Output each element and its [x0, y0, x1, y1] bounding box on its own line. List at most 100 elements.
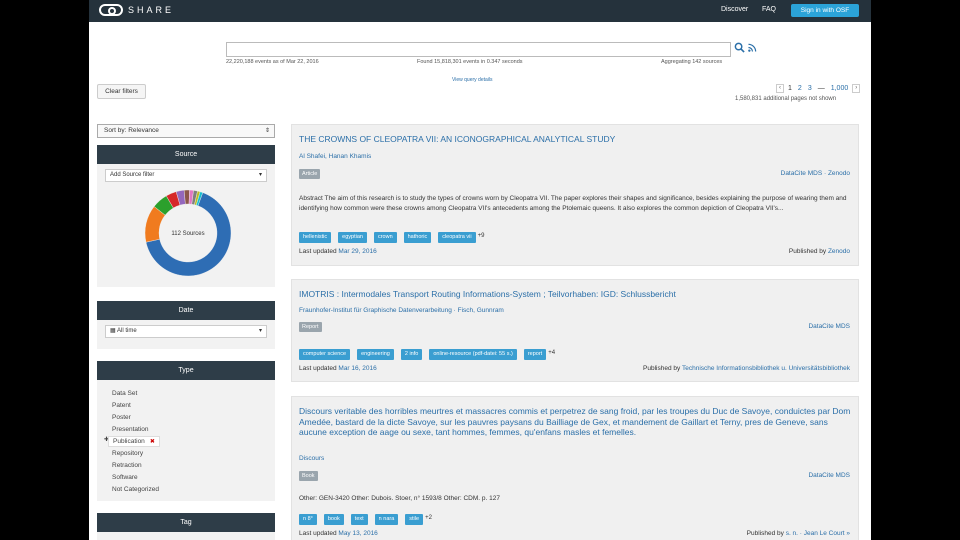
tag-chip[interactable]: n 8°: [299, 514, 317, 525]
result-authors[interactable]: Al Shafei, Hanan Khamis: [299, 153, 371, 160]
clear-filters-button[interactable]: Clear filters: [97, 84, 146, 99]
date-filter-label: All time: [117, 328, 137, 334]
prev-page-button[interactable]: ‹: [776, 84, 784, 93]
tag-chip[interactable]: report: [523, 349, 547, 360]
type-panel-header[interactable]: Type: [97, 361, 275, 380]
share-logo[interactable]: SHARE: [99, 4, 174, 16]
publisher-link[interactable]: s. n. · Jean Le Court »: [786, 530, 850, 537]
tag-chip[interactable]: 2 info: [400, 349, 423, 360]
result-title-link[interactable]: Discours veritable des horribles meurtre…: [299, 406, 855, 438]
tag-chip[interactable]: hellenistic: [299, 232, 332, 243]
view-query-link[interactable]: View query details: [452, 77, 493, 83]
type-item-selected[interactable]: Publication ✖: [108, 436, 160, 447]
search-input[interactable]: [226, 42, 731, 57]
calendar-icon: ▦: [110, 328, 118, 334]
result-type-badge: Article: [299, 169, 321, 179]
result-type-badge: Report: [299, 322, 322, 332]
result-title-link[interactable]: THE CROWNS OF CLEOPATRA VII: AN ICONOGRA…: [299, 134, 615, 145]
updated-date[interactable]: Mar 29, 2016: [338, 248, 376, 255]
results-found-text: Found 15,818,301 events in 0.347 seconds: [417, 59, 523, 65]
tag-chip[interactable]: computer science: [299, 349, 351, 360]
published-label: Published by: [746, 530, 784, 537]
sort-label: Sort by: Relevance: [104, 127, 159, 134]
tag-chip[interactable]: stile: [405, 514, 424, 525]
result-type-badge: Book: [299, 471, 318, 481]
source-filter-label: Add Source filter: [110, 172, 155, 178]
tag-chip[interactable]: egyptian: [338, 232, 367, 243]
tag-chip[interactable]: n nara: [374, 514, 399, 525]
type-item[interactable]: Data Set: [112, 388, 275, 400]
result-updated: Last updated Mar 16, 2016: [299, 365, 377, 372]
tag-panel: Tag: [97, 513, 275, 540]
remove-filter-icon[interactable]: ✖: [150, 439, 155, 445]
rss-icon[interactable]: [748, 43, 757, 52]
source-panel: Source Add Source filter ▾ 112 Sources: [97, 145, 275, 287]
result-authors[interactable]: Discours: [299, 455, 324, 462]
publisher-link[interactable]: Technische Informationsbibliothek u. Uni…: [682, 365, 850, 372]
page-3[interactable]: 3: [806, 85, 814, 92]
page-2[interactable]: 2: [796, 85, 804, 92]
next-page-button[interactable]: ›: [852, 84, 861, 93]
date-panel-header[interactable]: Date: [97, 301, 275, 320]
result-abstract: Abstract The aim of this research is to …: [299, 195, 847, 212]
updated-date[interactable]: Mar 16, 2016: [338, 365, 376, 372]
tag-panel-header[interactable]: Tag: [97, 513, 275, 532]
updated-date[interactable]: May 13, 2016: [338, 530, 377, 537]
tag-chip[interactable]: online-resource (pdf-datei: 55 s.): [429, 349, 517, 360]
type-item[interactable]: Poster: [112, 412, 275, 424]
updated-label: Last updated: [299, 248, 337, 255]
type-item[interactable]: Presentation: [112, 424, 275, 436]
app-frame: SHARE Discover FAQ Sign in with OSF 22,2…: [89, 0, 871, 540]
signin-button[interactable]: Sign in with OSF: [791, 4, 859, 17]
tag-chip[interactable]: hathoric: [403, 232, 432, 243]
source-panel-header[interactable]: Source: [97, 145, 275, 164]
result-source-link[interactable]: DataCite MDS: [808, 323, 850, 330]
type-item[interactable]: Repository: [112, 448, 275, 460]
page-ellipsis: —: [817, 85, 825, 92]
result-other-ids: Other: GEN-3420 Other: Dubois. Stoer, n°…: [299, 495, 500, 502]
publisher-link[interactable]: Zenodo: [828, 248, 850, 255]
type-item[interactable]: Software: [112, 472, 275, 484]
result-title-link[interactable]: IMOTRIS : Intermodales Transport Routing…: [299, 289, 676, 300]
more-tags-count[interactable]: +4: [548, 350, 555, 356]
navbar: SHARE Discover FAQ Sign in with OSF: [89, 0, 871, 22]
donut-center-label: 112 Sources: [171, 231, 204, 237]
result-authors[interactable]: Fraunhofer-Institut für Graphische Daten…: [299, 307, 504, 314]
tag-chip[interactable]: text: [350, 514, 368, 525]
result-tags: n 8° book text n nara stile +2: [299, 514, 432, 525]
result-published: Published by s. n. · Jean Le Court »: [747, 530, 850, 537]
result-published: Published by Technische Informationsbibl…: [643, 365, 850, 372]
source-donut-chart[interactable]: 112 Sources: [144, 189, 232, 277]
type-item[interactable]: Retraction: [112, 460, 275, 472]
nav-faq-link[interactable]: FAQ: [762, 6, 776, 13]
page-last[interactable]: 1,000: [829, 85, 851, 92]
published-label: Published by: [643, 365, 681, 372]
result-updated: Last updated May 13, 2016: [299, 530, 378, 537]
type-item[interactable]: Not Categorized: [112, 484, 275, 496]
date-filter-select[interactable]: ▦ All time ▾: [105, 325, 267, 338]
result-source-link[interactable]: DataCite MDS: [808, 472, 850, 479]
published-label: Published by: [788, 248, 827, 255]
sort-select[interactable]: Sort by: Relevance ⇕: [97, 124, 275, 138]
result-tags: hellenistic egyptian crown hathoric cleo…: [299, 232, 484, 243]
events-count-text: 22,220,188 events as of Mar 22, 2016: [226, 59, 319, 65]
tag-chip[interactable]: crown: [373, 232, 397, 243]
more-tags-count[interactable]: +9: [478, 233, 485, 239]
source-filter-select[interactable]: Add Source filter ▾: [105, 169, 267, 182]
page-1[interactable]: 1: [786, 85, 794, 92]
tag-chip[interactable]: engineering: [357, 349, 394, 360]
result-card: IMOTRIS : Intermodales Transport Routing…: [291, 279, 859, 382]
result-updated: Last updated Mar 29, 2016: [299, 248, 377, 255]
nav-discover-link[interactable]: Discover: [721, 6, 748, 13]
type-item[interactable]: Patent: [112, 400, 275, 412]
search-icon[interactable]: [734, 42, 745, 53]
share-logo-icon: [99, 4, 123, 16]
chevron-down-icon: ▾: [258, 172, 262, 178]
tag-chip[interactable]: cleopatra vii: [438, 232, 476, 243]
more-tags-count[interactable]: +2: [425, 515, 432, 521]
result-source-link[interactable]: DataCite MDS · Zenodo: [781, 170, 850, 177]
pagination: ‹ 1 2 3 — 1,000 ›: [776, 84, 861, 93]
sources-count-text: Aggregating 142 sources: [661, 59, 723, 65]
tag-chip[interactable]: book: [323, 514, 344, 525]
type-list: Data Set Patent Poster Presentation ✚ Pu…: [97, 380, 275, 496]
